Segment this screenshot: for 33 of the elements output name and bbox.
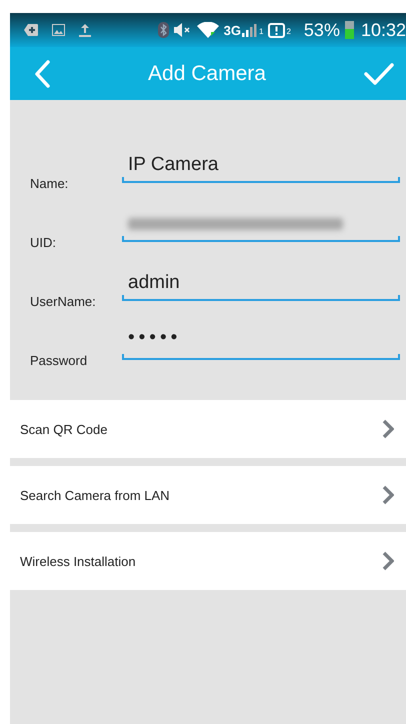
password-dots: ••••• (128, 327, 182, 349)
mute-icon (174, 23, 192, 37)
notification-icon (24, 24, 38, 36)
battery-icon (344, 21, 354, 39)
screen-title: Add Camera (148, 62, 266, 86)
bluetooth-icon (158, 22, 169, 38)
field-label: Password (29, 353, 88, 368)
menu-item[interactable]: Scan QR Code (10, 400, 406, 458)
back-icon[interactable] (34, 60, 50, 88)
sim-number: 1 (259, 26, 264, 36)
sim-number: 2 (286, 26, 291, 36)
input-field[interactable]: admin (122, 267, 400, 301)
checkmark-icon[interactable] (364, 62, 394, 86)
menu-item[interactable]: Wireless Installation (10, 532, 406, 590)
chevron-right-icon (382, 419, 394, 439)
network-type: 3G (224, 22, 242, 38)
field-label: UID: (29, 235, 57, 250)
chevron-right-icon (382, 485, 394, 505)
wifi-icon (196, 22, 219, 38)
field-value: IP Camera (128, 154, 218, 176)
input-field[interactable]: ••••• (122, 326, 400, 360)
field-label: UserName: (29, 294, 97, 309)
chevron-right-icon (382, 551, 394, 571)
field-label: Name: (29, 176, 70, 191)
menu-item[interactable]: Search Camera from LAN (10, 466, 406, 524)
image-icon (52, 24, 65, 36)
clock: 10:32 (360, 20, 406, 40)
sim-alert-icon (268, 22, 286, 38)
signal-icon (242, 24, 258, 36)
field-value: admin (128, 272, 180, 294)
battery-percent: 53% (304, 20, 340, 40)
input-field[interactable]: IP Camera (122, 149, 400, 183)
upload-icon (79, 23, 91, 37)
